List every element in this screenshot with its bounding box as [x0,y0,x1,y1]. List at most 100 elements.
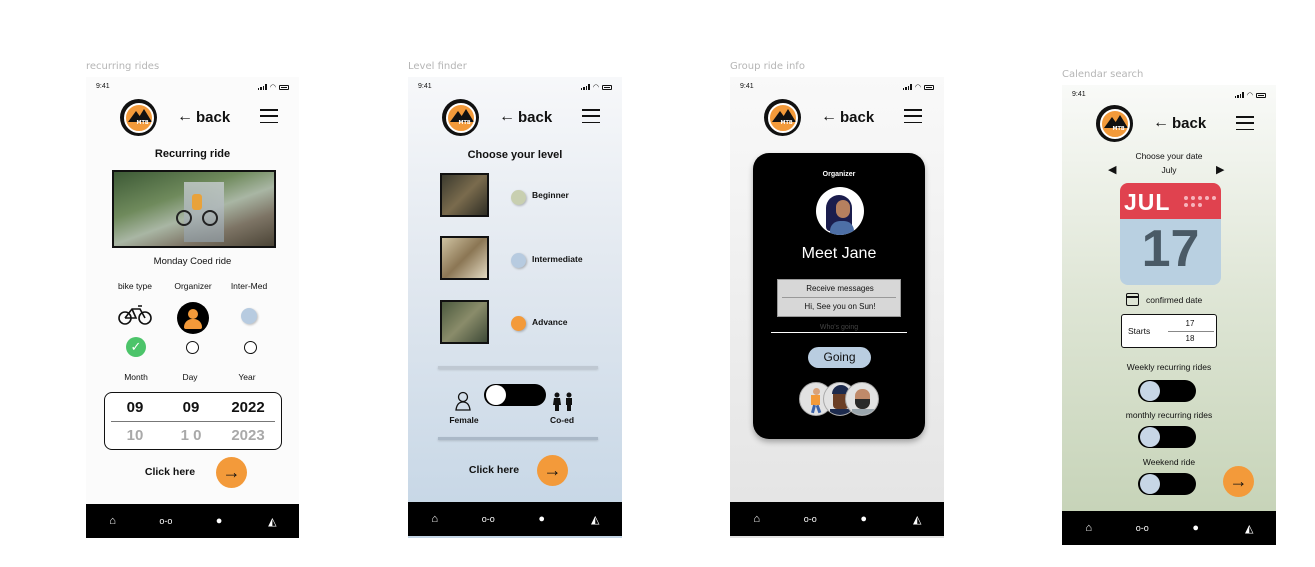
click-here-label[interactable]: Click here [134,466,206,478]
confirmed-date-label: confirmed date [1146,295,1203,305]
frame-label-calendar: Calendar search [1062,69,1144,80]
level-dot-intermediate[interactable] [511,253,526,268]
weekend-toggle[interactable] [1138,473,1196,495]
attendee-avatar-3[interactable] [845,382,879,416]
bottom-navbar: ⌂ o‑o ● ◭ [408,502,622,536]
mountain-icon[interactable]: ◭ [1241,521,1257,535]
start-value-a[interactable]: 17 [1178,319,1202,328]
level-photo-beginner [440,173,489,217]
signal-icon [1234,92,1244,98]
mountain-icon[interactable]: ◭ [909,512,925,526]
messages-title: Receive messages [806,284,874,293]
divider [438,366,598,369]
level-dot-beginner[interactable] [511,190,526,205]
year-next[interactable]: 2023 [223,427,273,444]
year-selected[interactable]: 2022 [223,399,273,416]
choose-date-label: Choose your date [1135,151,1203,161]
page-title: Choose your level [467,149,563,161]
status-icons: ◠ [580,83,612,91]
location-pin-icon[interactable]: ● [856,512,872,526]
female-label: Female [449,415,479,425]
next-arrow-button[interactable]: → [216,457,247,488]
wifi-icon: ◠ [269,84,276,91]
calendar-dots [1184,196,1216,207]
next-month-icon[interactable]: ▶ [1216,163,1224,176]
next-arrow-button[interactable]: → [537,455,568,486]
level-dot-advance[interactable] [511,316,526,331]
check-circle-icon[interactable]: ✓ [126,337,146,357]
location-pin-icon[interactable]: ● [534,512,550,526]
home-icon[interactable]: ⌂ [749,512,765,526]
bike-nav-icon[interactable]: o‑o [158,514,174,528]
phone-level-finder: 9:41 ◠ MTB ← back Choose your level Begi… [408,77,622,538]
back-button[interactable]: ← back [821,108,874,126]
messages-box[interactable]: Receive messages Hi, See you on Sun! [777,279,901,317]
mtb-logo: MTB [764,99,801,136]
ride-name: Monday Coed ride [153,256,232,267]
location-pin-icon[interactable]: ● [211,514,227,528]
monthly-toggle[interactable] [1138,426,1196,448]
level-photo-intermediate [440,236,489,280]
month-selected[interactable]: 09 [115,399,155,416]
arrow-right-icon: → [222,462,241,482]
bicycle-icon[interactable] [118,305,152,325]
day-selected[interactable]: 09 [171,399,211,416]
location-pin-icon[interactable]: ● [1188,521,1204,535]
level-photo-advance [440,300,489,344]
start-value-b[interactable]: 18 [1178,334,1202,343]
month-label: Month [124,372,148,382]
back-button[interactable]: ← back [177,108,230,126]
month-next[interactable]: 10 [115,427,155,444]
date-picker[interactable]: 09 09 2022 10 1 0 2023 [104,392,282,450]
organizer-radio[interactable] [186,341,199,354]
weekly-toggle[interactable] [1138,380,1196,402]
starts-picker[interactable]: Starts 17 18 [1121,314,1217,348]
bike-nav-icon[interactable]: o‑o [802,512,818,526]
wifi-icon: ◠ [592,84,599,91]
back-button[interactable]: ← back [1153,114,1206,132]
level-radio[interactable] [244,341,257,354]
level-label-intermediate[interactable]: Intermediate [532,254,583,264]
bike-nav-icon[interactable]: o‑o [480,512,496,526]
frame-label-recurring: recurring rides [86,61,160,72]
calendar-month: JUL [1124,189,1171,215]
col-bike-type: bike type [117,281,153,291]
home-icon[interactable]: ⌂ [1081,521,1097,535]
jane-avatar[interactable] [816,187,864,235]
day-label: Day [182,372,198,382]
arrow-left-icon: ← [1153,114,1169,131]
organizer-avatar-icon[interactable] [177,302,209,334]
going-button[interactable]: Going [808,347,871,368]
organizer-name: Meet Jane [801,245,877,262]
back-label: back [518,108,553,126]
arrow-left-icon: ← [821,108,837,125]
hamburger-menu-icon[interactable] [904,109,922,123]
next-arrow-button[interactable]: → [1223,466,1254,497]
gender-toggle[interactable] [484,384,546,406]
back-button[interactable]: ← back [499,108,552,126]
message-text: Hi, See you on Sun! [804,302,876,311]
level-label-advance[interactable]: Advance [532,317,567,327]
hamburger-menu-icon[interactable] [260,109,278,123]
level-dot-inter-med[interactable] [241,308,257,324]
bike-nav-icon[interactable]: o‑o [1134,521,1150,535]
hamburger-menu-icon[interactable] [582,109,600,123]
battery-icon [602,84,612,90]
day-next[interactable]: 1 0 [167,427,215,444]
home-icon[interactable]: ⌂ [427,512,443,526]
prev-month-icon[interactable]: ◀ [1108,163,1116,176]
level-label-beginner[interactable]: Beginner [532,190,569,200]
frame-label-group: Group ride info [730,61,805,72]
hamburger-menu-icon[interactable] [1236,116,1254,130]
organizer-card: Organizer Meet Jane Receive messages Hi,… [753,153,925,439]
mountain-icon[interactable]: ◭ [587,512,603,526]
monthly-label: monthly recurring rides [1125,410,1213,420]
status-icons: ◠ [902,83,934,91]
mountain-icon[interactable]: ◭ [264,514,280,528]
starts-label: Starts [1128,326,1151,336]
calendar-icon[interactable]: JUL 17 [1120,183,1221,285]
home-icon[interactable]: ⌂ [105,514,121,528]
phone-recurring-rides: 9:41 ◠ MTB ← back Recurring ride Monday … [86,77,299,538]
signal-icon [902,84,912,90]
click-here-label[interactable]: Click here [458,464,530,476]
